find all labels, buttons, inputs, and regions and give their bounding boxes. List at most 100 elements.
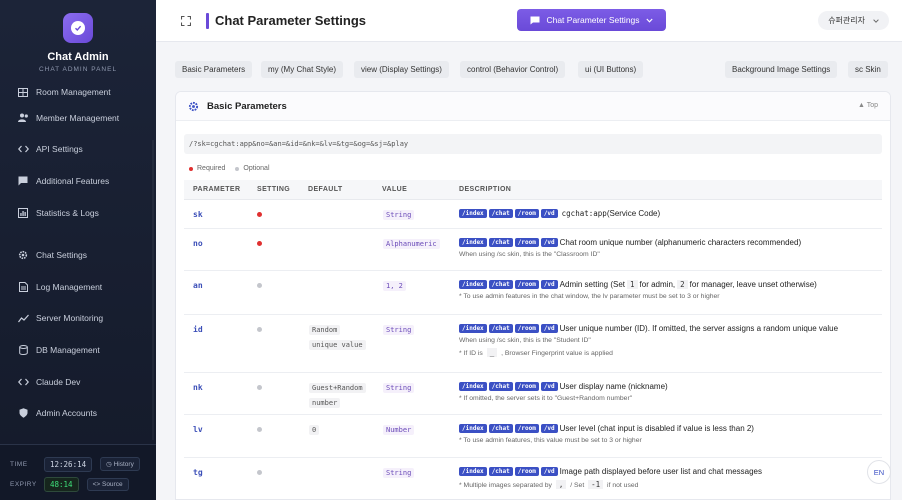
sidebar-item-label: Statistics & Logs [36, 207, 99, 218]
check-icon [71, 21, 85, 35]
sidebar-item-chat-settings[interactable]: Chat Settings [0, 239, 156, 271]
path-tag: /vd [540, 467, 558, 476]
desc-code: cgchat:app [561, 209, 607, 218]
optional-dot-icon [257, 385, 262, 390]
desc-note: * Multiple images separated by , / Set -… [459, 480, 762, 489]
param-name: no [193, 239, 203, 248]
note-text: , Browser Fingerprint value is applied [501, 350, 613, 357]
gear-icon [17, 250, 29, 260]
table-row: no Alphanumeric /index/chat/room/vd Chat… [184, 229, 882, 271]
param-name: an [193, 281, 203, 290]
path-tag: /index [459, 238, 487, 247]
document-icon [17, 281, 29, 292]
desc-note: * To use admin features, this value must… [459, 437, 642, 444]
selector-label: Chat Parameter Settings [546, 15, 640, 25]
sidebar-item-label: Room Management [36, 87, 111, 97]
brand-title: Chat Admin [47, 51, 109, 63]
note-text: * If ID is [459, 350, 483, 357]
room-icon [17, 87, 29, 97]
expiry-label: EXPIRY [10, 480, 37, 488]
code-icon [17, 378, 29, 386]
optional-dot-icon [257, 283, 262, 288]
path-tag: /chat [488, 209, 513, 218]
desc-text: User display name (nickname) [559, 382, 668, 391]
desc-text: for admin, [639, 280, 676, 289]
param-name: tg [193, 468, 203, 477]
table-row: id Random unique value String /index/cha… [184, 315, 882, 373]
table-row: tg String /index/chat/room/vd Image path… [184, 458, 882, 499]
desc-note: * If omitted, the server sets it to "Gue… [459, 395, 633, 402]
tab-basic-parameters[interactable]: Basic Parameters [175, 61, 253, 78]
path-tag: /vd [540, 209, 558, 218]
optional-dot-icon [257, 427, 262, 432]
sidebar-item-label: Chat Settings [36, 250, 88, 261]
desc-note: * If ID is _ , Browser Fingerprint value… [459, 348, 838, 357]
sidebar-item-room-management[interactable]: Room Management [0, 82, 156, 102]
col-description: DESCRIPTION [459, 186, 512, 193]
param-name: sk [193, 210, 203, 219]
brand-logo[interactable] [63, 13, 93, 43]
table-row: nk Guest+Random number String /index/cha… [184, 373, 882, 415]
required-dot-icon [257, 241, 262, 246]
col-default: DEFAULT [308, 186, 343, 193]
sidebar-item-log-management[interactable]: Log Management [0, 271, 156, 303]
path-tag: /chat [488, 324, 513, 333]
user-label: 슈퍼관리자 [828, 16, 865, 25]
path-tag: /vd [540, 424, 558, 433]
top-link[interactable]: ▲ Top [858, 102, 878, 109]
sidebar-item-db-management[interactable]: DB Management [0, 334, 156, 366]
url-example: /?sk=cgchat:app&no=&an=&id=&nk=&lv=&tg=&… [184, 134, 882, 154]
tab-ui[interactable]: ui (UI Buttons) [578, 61, 644, 78]
history-label: History [113, 461, 134, 468]
time-label: TIME [10, 460, 28, 468]
sidebar-item-api-settings[interactable]: API Settings [0, 134, 156, 166]
sidebar-item-label: Claude Dev [36, 376, 81, 387]
brand-subtitle: CHAT ADMIN PANEL [38, 66, 118, 73]
sidebar-item-statistics-logs[interactable]: Statistics & Logs [0, 197, 156, 229]
sidebar-scrollbar[interactable] [152, 140, 154, 440]
param-value-type: Alphanumeric [383, 239, 440, 249]
tab-view[interactable]: view (Display Settings) [354, 61, 449, 78]
param-default: 0 [309, 425, 320, 435]
inline-code: , [555, 480, 567, 489]
page-selector-button[interactable]: Chat Parameter Settings [517, 9, 666, 31]
sidebar-item-label: Additional Features [36, 175, 110, 186]
sidebar-item-claude-dev[interactable]: Claude Dev [0, 366, 156, 398]
gear-icon [188, 101, 199, 112]
table-header: PARAMETER SETTING DEFAULT VALUE DESCRIPT… [184, 180, 882, 200]
code-icon [17, 145, 29, 153]
sidebar-item-member-management[interactable]: Member Management [0, 102, 156, 134]
param-description: /index/chat/room/vd User level (chat inp… [459, 424, 754, 444]
param-default: Guest+Random number [309, 380, 366, 410]
sidebar-item-label: Member Management [36, 112, 120, 123]
path-tag: /index [459, 209, 487, 218]
param-value-type: String [383, 210, 415, 220]
topbar: Chat Parameter Settings Chat Parameter S… [156, 0, 902, 42]
param-default: Random unique value [309, 322, 366, 352]
sidebar-item-additional-features[interactable]: Additional Features [0, 165, 156, 197]
chat-bubble-icon [530, 16, 540, 25]
time-value: 12:26:14 [44, 456, 93, 472]
sidebar-item-label: Admin Accounts [36, 408, 97, 419]
language-toggle-button[interactable]: EN [867, 460, 891, 484]
sidebar-item-admin-accounts[interactable]: Admin Accounts [0, 397, 156, 429]
tab-sc-skin[interactable]: sc Skin [848, 61, 888, 78]
path-tag: /chat [488, 424, 513, 433]
brand: Chat Admin CHAT ADMIN PANEL [0, 0, 156, 82]
expand-icon[interactable] [180, 15, 192, 27]
page-title: Chat Parameter Settings [215, 13, 366, 28]
path-tag: /room [514, 238, 539, 247]
path-tag: /vd [540, 324, 558, 333]
sidebar-item-server-monitoring[interactable]: Server Monitoring [0, 303, 156, 335]
legend-optional-label: Optional [243, 165, 270, 172]
tab-control[interactable]: control (Behavior Control) [460, 61, 566, 78]
path-tag: /room [514, 467, 539, 476]
user-menu[interactable]: 슈퍼관리자 [818, 11, 889, 30]
history-button[interactable]: ◷ History [100, 457, 140, 471]
source-button[interactable]: <> Source [86, 477, 129, 491]
optional-dot-icon [235, 166, 240, 171]
path-tag: /chat [488, 467, 513, 476]
tab-my[interactable]: my (My Chat Style) [261, 61, 344, 78]
tab-background-image[interactable]: Background Image Settings [725, 61, 838, 78]
param-description: /index/chat/room/vd User display name (n… [459, 382, 668, 402]
